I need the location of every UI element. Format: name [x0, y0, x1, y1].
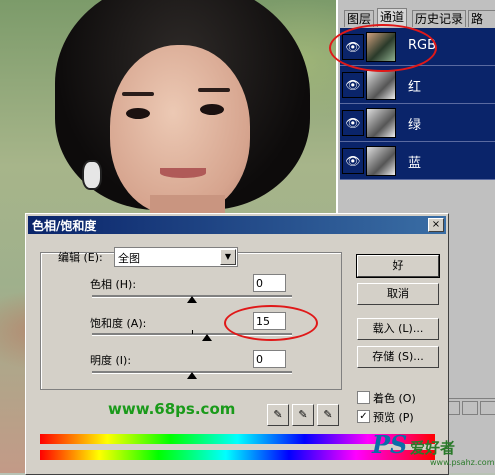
eye-icon[interactable]: 👁: [342, 148, 364, 174]
channel-name: 蓝: [408, 156, 422, 171]
saturation-center-tick: [192, 330, 193, 334]
lightness-slider-thumb[interactable]: [187, 372, 197, 379]
channel-name: 红: [408, 80, 422, 95]
cancel-button[interactable]: 取消: [357, 283, 439, 305]
highlight-ring-rgb: [329, 24, 437, 72]
colorize-checkbox[interactable]: [357, 391, 370, 404]
eyedropper-minus-icon[interactable]: ✎: [317, 404, 339, 426]
preview-checkbox[interactable]: ✓: [357, 410, 370, 423]
portrait-eye-right: [200, 104, 224, 115]
channel-row-blue[interactable]: 👁 蓝: [340, 142, 495, 180]
highlight-ring-saturation: [224, 305, 318, 341]
hue-slider-thumb[interactable]: [187, 296, 197, 303]
channel-row-red[interactable]: 👁 红: [340, 66, 495, 104]
tab-paths[interactable]: 路径: [468, 10, 495, 42]
eyedropper-icon[interactable]: ✎: [267, 404, 289, 426]
channel-thumbnail: [366, 146, 396, 176]
saturation-label: 饱和度 (A):: [90, 317, 147, 330]
channel-thumbnail: [366, 108, 396, 138]
hue-input[interactable]: 0: [253, 274, 286, 292]
channel-name: 绿: [408, 118, 422, 133]
new-channel-icon[interactable]: [462, 401, 478, 415]
watermark-logo: PS: [372, 430, 408, 459]
eye-icon[interactable]: 👁: [342, 110, 364, 136]
lightness-input[interactable]: 0: [253, 350, 286, 368]
edit-select[interactable]: 全图 ▼: [114, 247, 238, 267]
dialog-title: 色相/饱和度: [32, 219, 97, 233]
portrait-earring: [82, 160, 102, 190]
watermark-url: www.psahz.com: [430, 458, 495, 467]
preview-label: 预览 (P): [373, 411, 414, 424]
edit-label: 编辑 (E):: [58, 251, 103, 264]
hue-label: 色相 (H):: [90, 278, 137, 291]
eyedropper-plus-icon[interactable]: ✎: [292, 404, 314, 426]
tab-history[interactable]: 历史记录: [412, 10, 467, 27]
saturation-slider-thumb[interactable]: [202, 334, 212, 341]
portrait-brow-left: [122, 92, 154, 96]
portrait-mouth: [160, 168, 206, 178]
close-button[interactable]: ×: [428, 218, 444, 232]
ok-button[interactable]: 好: [356, 254, 440, 278]
eye-icon[interactable]: 👁: [342, 72, 364, 98]
channel-row-green[interactable]: 👁 绿: [340, 104, 495, 142]
channel-thumbnail: [366, 70, 396, 100]
watermark-site: www.68ps.com: [108, 400, 236, 418]
save-button[interactable]: 存储 (S)...: [357, 346, 439, 368]
lightness-label: 明度 (I):: [90, 354, 132, 367]
portrait-brow-right: [198, 88, 230, 92]
watermark-logo-suffix: 爱好者: [410, 439, 456, 457]
portrait-face: [110, 45, 250, 215]
edit-select-value: 全图: [118, 252, 140, 265]
dialog-titlebar: 色相/饱和度 ×: [28, 216, 446, 234]
colorize-label: 着色 (O): [373, 392, 416, 405]
chevron-down-icon[interactable]: ▼: [220, 249, 236, 265]
trash-icon[interactable]: [480, 401, 495, 415]
portrait-eye-left: [126, 108, 150, 119]
load-button[interactable]: 载入 (L)...: [357, 318, 439, 340]
